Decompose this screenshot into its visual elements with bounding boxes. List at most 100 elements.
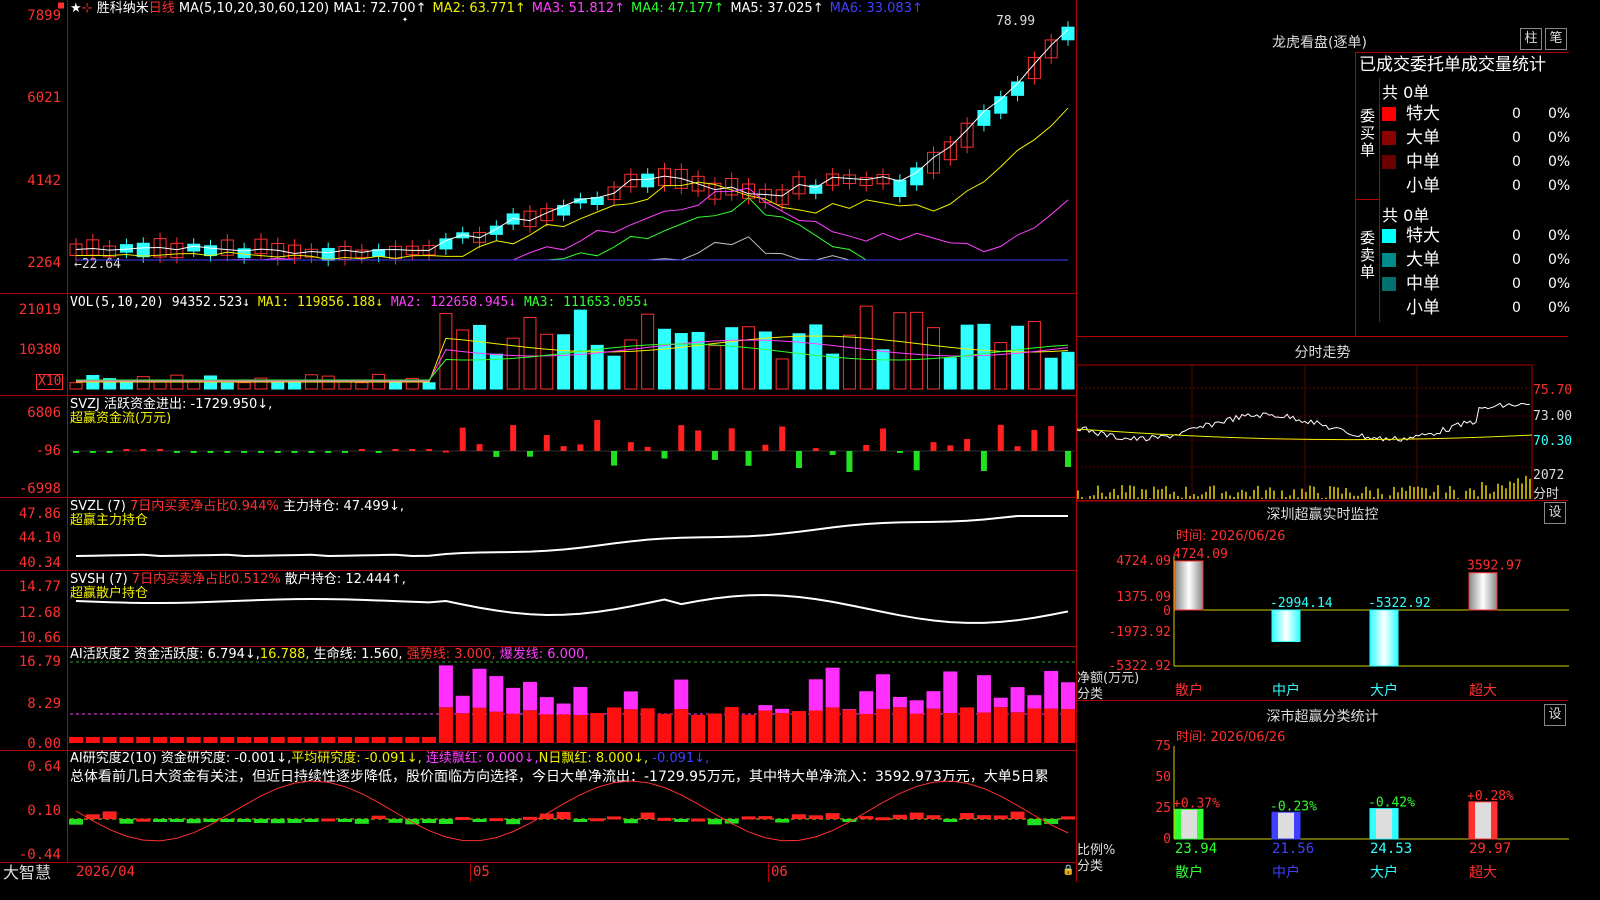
research-chart[interactable] xyxy=(0,751,1076,863)
activity-peak xyxy=(876,674,891,709)
flow-bar xyxy=(241,451,248,453)
flow-bar xyxy=(1014,446,1021,451)
retail-line xyxy=(75,594,1069,624)
order-percent: 0% xyxy=(1548,228,1571,244)
order-row: 中单 0 0% xyxy=(1382,151,1570,173)
volume-bar xyxy=(69,382,83,390)
research-bar xyxy=(253,819,268,823)
research-bar xyxy=(590,818,605,822)
research-bar xyxy=(506,819,521,825)
bar-mode-button[interactable]: 柱 xyxy=(1520,28,1542,50)
flow-bar xyxy=(812,448,819,451)
intraday-vol-bar xyxy=(1413,487,1415,499)
vol-ma-line xyxy=(76,343,1069,381)
tab-trade-stats[interactable]: 已成交委托单成交量统计 xyxy=(1355,52,1569,78)
intraday-vol-bar xyxy=(1501,485,1503,499)
activity-bar xyxy=(758,710,773,743)
volume-bar xyxy=(943,357,957,390)
research-bar xyxy=(169,819,184,822)
research-bar xyxy=(1061,816,1075,820)
order-row: 大单 0 0% xyxy=(1382,127,1570,149)
classify-chart[interactable]: +0.37% 23.94 散户 -0.23% 21.56 中户 -0.42% 24.53 大户 +… xyxy=(1077,701,1569,882)
activity-bar xyxy=(539,714,554,743)
activity-bar xyxy=(338,737,353,743)
flow-bar xyxy=(997,424,1004,451)
activity-peak xyxy=(758,705,773,711)
order-count: 0 xyxy=(1512,276,1521,292)
activity-bar xyxy=(926,708,941,743)
research-bar xyxy=(1010,811,1025,819)
activity-bar xyxy=(876,708,891,743)
activity-chart[interactable] xyxy=(0,647,1076,751)
buy-total: 共 0单 xyxy=(1382,83,1430,102)
research-bar xyxy=(859,816,874,820)
flow-bar xyxy=(73,451,79,453)
main-holding-chart[interactable] xyxy=(0,498,1076,571)
intraday-panel: 分时走势 75.70 73.00 70.30 2072 分时 xyxy=(1076,337,1572,502)
candle xyxy=(910,167,924,186)
intraday-vol-bar xyxy=(1473,490,1475,499)
classify-bar-edge xyxy=(1469,801,1475,839)
volume-bar xyxy=(1061,351,1075,390)
volume-bar xyxy=(557,334,571,390)
volume-bar xyxy=(826,353,840,390)
order-type: 小单 xyxy=(1406,176,1440,196)
flow-bar xyxy=(913,451,920,471)
flow-bar xyxy=(173,451,180,453)
research-bar xyxy=(808,815,823,819)
intraday-chart[interactable] xyxy=(1076,337,1569,502)
intraday-vol-bar xyxy=(1133,486,1135,499)
classify-value: 21.56 xyxy=(1272,841,1314,857)
lock-icon[interactable]: 🔒 xyxy=(1062,865,1074,876)
flow-bar xyxy=(257,451,264,453)
classify-bar-edge xyxy=(1197,809,1203,839)
activity-peak xyxy=(943,671,958,714)
intraday-vol-bar xyxy=(1161,488,1163,499)
flow-bar xyxy=(358,449,365,451)
intraday-vol-bar xyxy=(1125,492,1127,499)
volume-panel[interactable]: 21019 10380 X10 VOL(5,10,20) 94352.523↓ … xyxy=(0,294,1076,396)
svzj-panel[interactable]: 6806 -96 -6998 SVZJ 活跃资金进出: -1729.950↓, … xyxy=(0,396,1076,498)
intraday-vol-bar xyxy=(1513,483,1515,499)
intraday-vol-bar xyxy=(1177,495,1179,499)
classify-bar-edge xyxy=(1294,812,1300,839)
activity-bar xyxy=(253,737,268,743)
intraday-vol-bar xyxy=(1077,490,1079,499)
color-swatch xyxy=(1382,155,1396,169)
candlestick-chart[interactable] xyxy=(0,0,1076,294)
buy-label: 委买单 xyxy=(1356,78,1380,200)
activity-bar xyxy=(892,707,907,743)
monitor-bar xyxy=(1369,609,1399,667)
flow-bar xyxy=(392,449,399,451)
fund-flow-chart[interactable] xyxy=(0,396,1076,498)
tick-mode-button[interactable]: 笔 xyxy=(1545,28,1567,50)
research-bar xyxy=(338,819,353,822)
svsh-panel[interactable]: 14.77 12.68 10.66 SVSH (7) 7日内买卖净占比0.512… xyxy=(0,571,1076,647)
monitor-chart[interactable]: 4724.09 散户 -2994.14 中户 -5322.92 大户 3592.97 超大 xyxy=(1077,501,1569,701)
vol-ma-line xyxy=(76,339,1069,382)
flow-bar xyxy=(846,451,853,472)
intraday-vol-bar xyxy=(1361,493,1363,499)
intraday-vol-bar xyxy=(1481,481,1483,499)
intraday-vol-bar xyxy=(1209,486,1211,499)
ai-activity-panel[interactable]: 16.79 8.29 0.00 AI活跃度2 资金活跃度: 6.794↓,16.… xyxy=(0,647,1076,751)
flow-bar xyxy=(896,451,903,453)
svzl-panel[interactable]: 47.86 44.10 40.34 SVZL (7) 7日内买卖净占比0.944… xyxy=(0,498,1076,571)
research-bar xyxy=(758,816,773,820)
retail-holding-chart[interactable] xyxy=(0,571,1076,647)
order-row: 中单 0 0% xyxy=(1382,273,1570,295)
volume-chart[interactable] xyxy=(0,294,1076,396)
activity-bar xyxy=(438,707,453,743)
flow-bar xyxy=(308,451,315,453)
activity-bar xyxy=(321,737,336,743)
ai-research-panel[interactable]: 0.64 0.10 -0.44 AI研究度2(10) 资金研究度: -0.001… xyxy=(0,751,1076,863)
research-bar xyxy=(926,815,941,819)
activity-bar xyxy=(657,713,672,743)
intraday-vol-bar xyxy=(1341,493,1343,499)
date-tick: 2026/04 xyxy=(76,864,136,880)
intraday-vol-bar xyxy=(1121,485,1123,499)
order-percent: 0% xyxy=(1548,178,1571,194)
intraday-vol-bar xyxy=(1109,492,1111,499)
research-bar xyxy=(119,819,134,824)
price-panel[interactable]: 7899 6021 4142 2264 ■ ★⊹ 胜科纳米日线 MA(5,10,… xyxy=(0,0,1076,294)
